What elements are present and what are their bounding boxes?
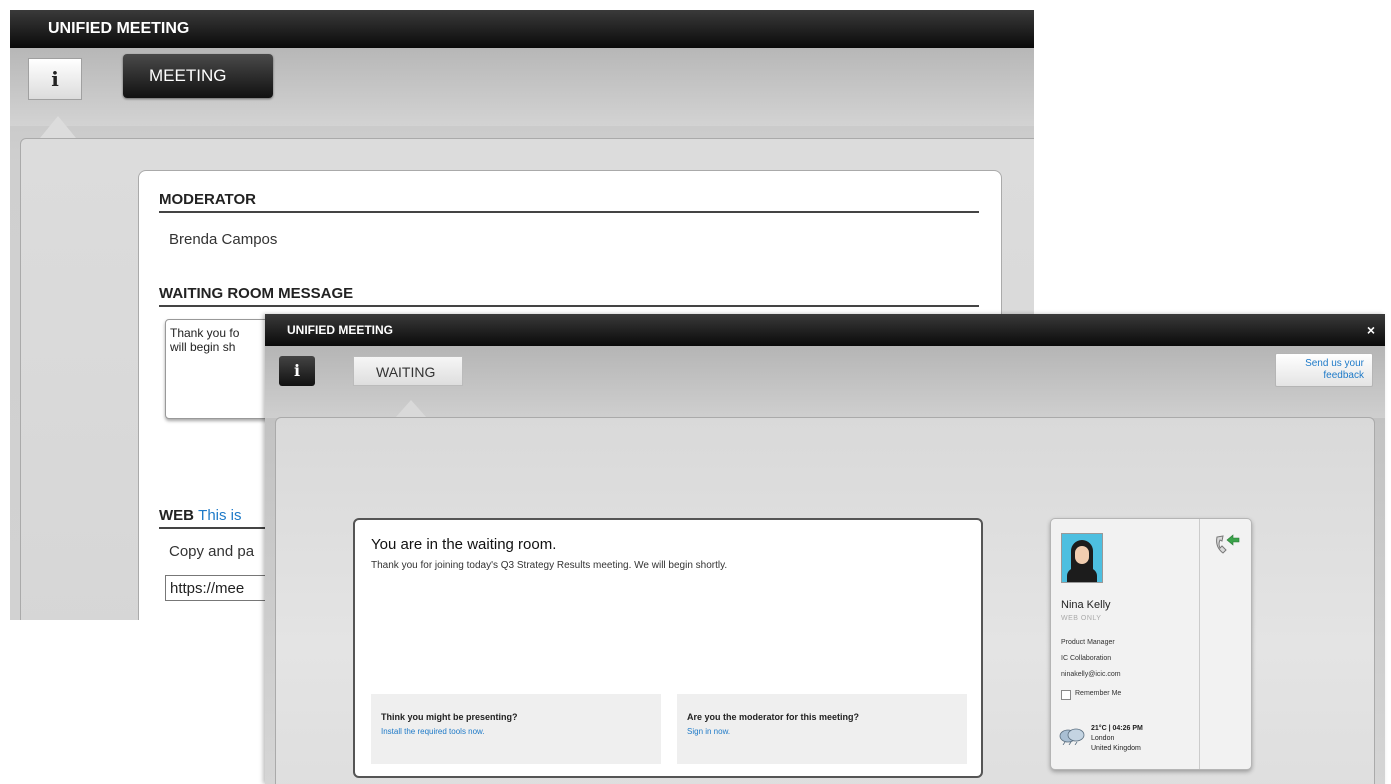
- presenting-question: Think you might be presenting?: [381, 712, 518, 722]
- waiting-message-heading: WAITING ROOM MESSAGE: [159, 285, 979, 307]
- tab-waiting[interactable]: WAITING: [353, 356, 463, 386]
- participant-role: Product Manager: [1061, 639, 1115, 646]
- moderator-question: Are you the moderator for this meeting?: [687, 712, 860, 722]
- moderator-hint: Are you the moderator for this meeting? …: [677, 694, 967, 764]
- waiting-room-card: You are in the waiting room. Thank you f…: [353, 518, 983, 778]
- feedback-button[interactable]: Send us your feedback: [1275, 353, 1373, 387]
- back-window-title: UNIFIED MEETING: [48, 20, 190, 37]
- remember-me-label: Remember Me: [1075, 690, 1122, 697]
- moderator-name: Brenda Campos: [169, 231, 278, 248]
- participant-company: IC Collaboration: [1061, 655, 1112, 662]
- participant-card: Nina Kelly WEB ONLY Product Manager IC C…: [1050, 518, 1252, 770]
- copy-instruction: Copy and pa: [169, 543, 255, 560]
- web-heading-label: WEB: [159, 507, 194, 524]
- front-window-title: UNIFIED MEETING: [287, 323, 394, 337]
- weather-city: London: [1091, 735, 1115, 742]
- back-toolbar: i MEETING: [10, 48, 1034, 126]
- front-title-bar: UNIFIED MEETING ×: [265, 314, 1385, 346]
- info-button[interactable]: i: [279, 356, 315, 386]
- weather-cloud-icon: [1059, 728, 1085, 745]
- feedback-label-1: Send us your: [1305, 358, 1364, 369]
- tab-meeting[interactable]: MEETING: [123, 54, 273, 98]
- waiting-room-window: UNIFIED MEETING × i WAITING Send us your…: [265, 314, 1385, 784]
- moderator-heading: MODERATOR: [159, 191, 979, 213]
- participant-email: ninakelly@icic.com: [1061, 671, 1121, 678]
- tab-pointer: [395, 400, 427, 418]
- back-title-bar: UNIFIED MEETING: [10, 10, 1034, 48]
- weather-temp-time: 21°C | 04:26 PM: [1091, 725, 1143, 732]
- tab-pointer: [40, 116, 76, 138]
- close-icon[interactable]: ×: [1367, 314, 1375, 346]
- install-tools-link[interactable]: Install the required tools now.: [381, 727, 485, 736]
- avatar: [1061, 533, 1103, 583]
- participant-name: Nina Kelly: [1061, 599, 1111, 611]
- feedback-label-2: feedback: [1323, 370, 1364, 381]
- remember-me-checkbox[interactable]: [1061, 690, 1071, 700]
- front-toolbar: i WAITING Send us your feedback: [265, 346, 1385, 418]
- phone-callback-icon[interactable]: [1211, 531, 1241, 557]
- web-info-link[interactable]: This is: [198, 507, 241, 524]
- sign-in-link[interactable]: Sign in now.: [687, 727, 730, 736]
- info-button[interactable]: i: [28, 58, 82, 100]
- participant-mode: WEB ONLY: [1061, 615, 1102, 622]
- weather-country: United Kingdom: [1091, 745, 1141, 752]
- waiting-room-title: You are in the waiting room.: [371, 536, 557, 553]
- card-divider: [1199, 519, 1200, 769]
- waiting-room-message: Thank you for joining today's Q3 Strateg…: [371, 560, 728, 571]
- presenting-hint: Think you might be presenting? Install t…: [371, 694, 661, 764]
